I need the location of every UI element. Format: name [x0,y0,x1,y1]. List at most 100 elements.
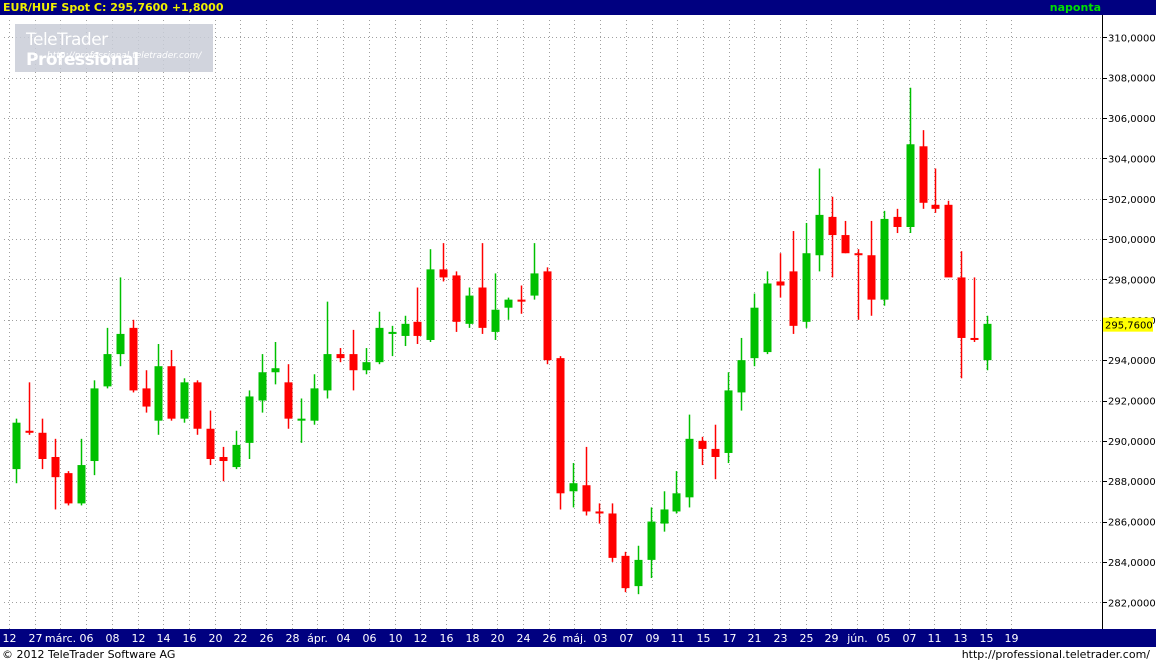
x-tick-label: 15 [980,632,994,645]
candle-body [957,277,966,338]
candle-body [77,465,86,504]
x-tick-label: 04 [337,632,351,645]
candle-body [582,485,591,512]
x-tick-label: 20 [209,632,223,645]
x-tick-label: 06 [363,632,377,645]
x-tick-label: 10 [389,632,403,645]
candle-body [543,271,552,361]
candle-body [867,255,876,300]
x-tick-label: 09 [646,632,660,645]
candle-body [25,430,34,433]
interval-label[interactable]: naponta [1050,0,1101,15]
candle-body [944,204,953,278]
close-label: C: [93,1,107,14]
x-tick-label: 18 [466,632,480,645]
candle-body [815,214,824,256]
x-tick-label: máj. [562,632,586,645]
candle-body [336,354,345,359]
y-tick-label: 310,0000 [1108,33,1156,44]
candle-up [180,378,189,423]
candle-body [401,323,410,336]
candle-body [206,428,215,460]
y-tick-label: 288,0000 [1108,477,1156,488]
x-tick-label: 29 [825,632,839,645]
candle-body [349,354,358,371]
x-tick-label: 16 [440,632,454,645]
x-tick-label: jún. [846,632,868,645]
x-tick-label: 22 [234,632,248,645]
candle-body [660,509,669,524]
candle-body [919,146,928,203]
y-tick-label: 302,0000 [1108,195,1156,206]
candle-body [621,555,630,589]
candle-body [983,323,992,361]
x-tick-label: 21 [748,632,762,645]
candle-body [193,382,202,429]
candle-body [556,358,565,494]
logo-brand-light: TeleTrader [26,30,108,50]
x-tick-label: 06 [80,632,94,645]
candle-body [439,269,448,278]
y-tick-label: 290,0000 [1108,437,1156,448]
candle-body [413,321,422,336]
candle-body [750,307,759,359]
x-tick-label: 12 [132,632,146,645]
candle-down [621,551,630,593]
candle-body [388,331,397,334]
candle-body [970,337,979,340]
candle-body [375,327,384,363]
candle-body [504,299,513,308]
x-tick-label: 15 [697,632,711,645]
candle-body [841,235,850,254]
candle-up [880,210,889,306]
y-tick-label: 304,0000 [1108,154,1156,165]
symbol-label: EUR/HUF Spot [3,1,91,14]
candle-body [362,362,371,371]
candle-body [478,287,487,328]
candle-body [180,382,189,419]
x-tick-label: 12 [3,632,17,645]
y-tick-label: 308,0000 [1108,74,1156,85]
x-tick-label: 16 [183,632,197,645]
candle-body [906,144,915,227]
y-tick-label: 282,0000 [1108,598,1156,609]
chart-header: EUR/HUF Spot C: 295,7600 +1,8000 naponta [0,0,1156,15]
candle-body [711,448,720,457]
candle-body [426,269,435,340]
candle-down [543,267,552,365]
candle-down [193,380,202,435]
x-tick-label: 12 [414,632,428,645]
candle-down [944,200,953,278]
y-tick-label: 306,0000 [1108,114,1156,125]
candle-body [297,418,306,421]
x-tick-label: 27 [29,632,43,645]
x-tick-label: márc. [45,632,76,645]
candle-body [893,216,902,227]
x-tick-label: 07 [903,632,917,645]
footer: © 2012 TeleTrader Software AG http://pro… [0,647,1156,664]
candle-body [685,438,694,498]
candle-body [116,333,125,355]
candle-body [569,483,578,492]
candle-body [634,559,643,587]
teletrader-logo: TeleTrader Professional http://professio… [15,24,213,72]
candle-body [608,513,617,558]
x-tick-label: 13 [954,632,968,645]
x-tick-label: 14 [157,632,171,645]
candle-body [491,309,500,332]
footer-url[interactable]: http://professional.teletrader.com/ [962,647,1150,662]
candle-body [517,299,526,302]
x-tick-label: 07 [620,632,634,645]
candle-body [51,456,60,478]
candle-body [310,388,319,421]
candle-body [880,218,889,300]
candlestick-chart[interactable]: 282,0000 284,0000 286,0000 288,0000 290,0000… [0,15,1156,647]
candle-body [763,283,772,353]
y-tick-label: 294,0000 [1108,356,1156,367]
candle-body [776,281,785,286]
candle-body [129,327,138,391]
candle-body [103,354,112,387]
candle-body [789,271,798,326]
candle-body [232,444,241,468]
candle-body [38,432,47,460]
